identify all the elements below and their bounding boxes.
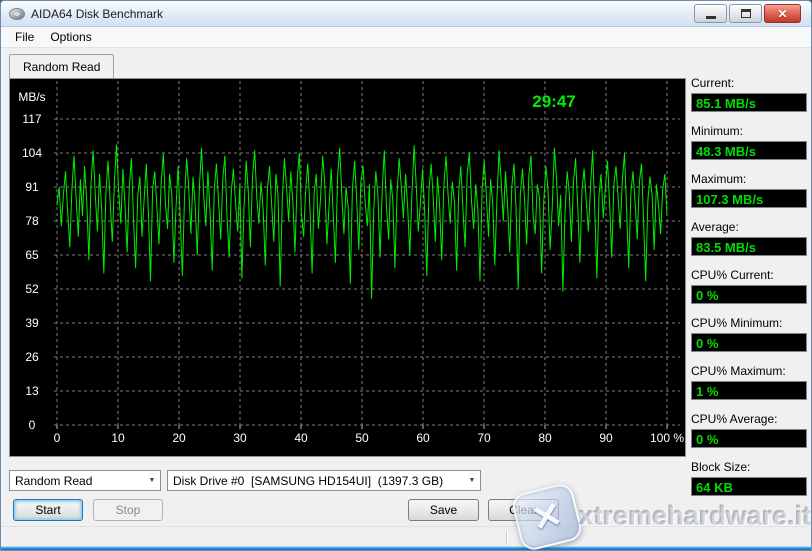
stats-panel: Current: 85.1 MB/s Minimum: 48.3 MB/s Ma… — [691, 76, 807, 508]
disk-icon — [9, 8, 25, 20]
x-tick-label: 50 — [355, 431, 369, 445]
minimize-icon — [706, 16, 716, 19]
start-button[interactable]: Start — [13, 499, 83, 521]
window-title: AIDA64 Disk Benchmark — [31, 7, 694, 21]
stat-label-cpu-average: CPU% Average: — [691, 412, 807, 426]
benchmark-chart: 0 10 20 30 40 50 60 70 80 90 100 % 117 104 91 78 65 52 39… — [10, 79, 685, 456]
stat-label-block-size: Block Size: — [691, 460, 807, 474]
y-tick-label: 117 — [22, 112, 41, 126]
y-tick-label: 104 — [22, 146, 42, 160]
disk-drive-value: Disk Drive #0 [SAMSUNG HD154UI] (1397.3 … — [173, 474, 464, 488]
stop-button: Stop — [93, 499, 163, 521]
x-tick-label: 0 — [54, 431, 61, 445]
y-tick-label: 0 — [29, 418, 36, 432]
y-tick-label: 26 — [25, 350, 39, 364]
chevron-down-icon: ▼ — [464, 477, 480, 484]
maximize-button[interactable] — [729, 4, 762, 23]
stat-value-cpu-current: 0 % — [691, 285, 807, 304]
stat-value-cpu-average: 0 % — [691, 429, 807, 448]
x-tick-label: 40 — [294, 431, 308, 445]
stat-label-cpu-maximum: CPU% Maximum: — [691, 364, 807, 378]
stat-label-cpu-current: CPU% Current: — [691, 268, 807, 282]
x-tick-label: 60 — [416, 431, 430, 445]
elapsed-time: 29:47 — [532, 92, 575, 111]
x-tick-label: 30 — [233, 431, 247, 445]
stat-label-cpu-minimum: CPU% Minimum: — [691, 316, 807, 330]
close-icon: ✕ — [777, 8, 787, 20]
y-axis-unit: MB/s — [18, 90, 45, 104]
stat-value-current: 85.1 MB/s — [691, 93, 807, 112]
tab-label: Random Read — [23, 60, 100, 74]
x-tick-label: 70 — [477, 431, 491, 445]
stat-label-average: Average: — [691, 220, 807, 234]
menu-file[interactable]: File — [7, 27, 42, 47]
chevron-down-icon: ▼ — [144, 477, 160, 484]
chart-panel: 0 10 20 30 40 50 60 70 80 90 100 % 117 104 91 78 65 52 39… — [9, 78, 686, 457]
stat-value-block-size: 64 KB — [691, 477, 807, 496]
disk-drive-select[interactable]: Disk Drive #0 [SAMSUNG HD154UI] (1397.3 … — [167, 470, 481, 491]
stat-value-cpu-minimum: 0 % — [691, 333, 807, 352]
menu-options[interactable]: Options — [42, 27, 99, 47]
close-button[interactable]: ✕ — [764, 4, 801, 23]
x-tick-label: 20 — [172, 431, 186, 445]
titlebar: AIDA64 Disk Benchmark ✕ — [1, 1, 811, 27]
window-bottom-border — [1, 546, 811, 551]
x-tick-label: 80 — [538, 431, 552, 445]
stat-value-average: 83.5 MB/s — [691, 237, 807, 256]
x-tick-label: 10 — [111, 431, 125, 445]
tab-random-read[interactable]: Random Read — [9, 54, 114, 78]
minimize-button[interactable] — [694, 4, 727, 23]
status-bar-divider — [506, 530, 507, 544]
x-tick-label: 100 % — [650, 431, 684, 445]
stat-label-current: Current: — [691, 76, 807, 90]
aida64-disk-benchmark-window: AIDA64 Disk Benchmark ✕ File Options Ran… — [0, 0, 812, 551]
x-tick-label: 90 — [599, 431, 613, 445]
y-tick-label: 78 — [25, 214, 39, 228]
stat-label-maximum: Maximum: — [691, 172, 807, 186]
test-type-select[interactable]: Random Read ▼ — [9, 470, 161, 491]
y-tick-label: 39 — [25, 316, 39, 330]
y-tick-label: 91 — [25, 180, 39, 194]
stat-value-minimum: 48.3 MB/s — [691, 141, 807, 160]
menubar: File Options — [1, 27, 811, 48]
stat-label-minimum: Minimum: — [691, 124, 807, 138]
status-bar — [1, 526, 811, 546]
y-tick-label: 52 — [25, 282, 39, 296]
stat-value-cpu-maximum: 1 % — [691, 381, 807, 400]
maximize-icon — [741, 9, 751, 18]
save-button[interactable]: Save — [408, 499, 479, 521]
stat-value-maximum: 107.3 MB/s — [691, 189, 807, 208]
y-tick-label: 65 — [25, 248, 39, 262]
test-type-value: Random Read — [15, 474, 144, 488]
y-tick-label: 13 — [25, 384, 39, 398]
clear-button[interactable]: Clear — [488, 499, 559, 521]
